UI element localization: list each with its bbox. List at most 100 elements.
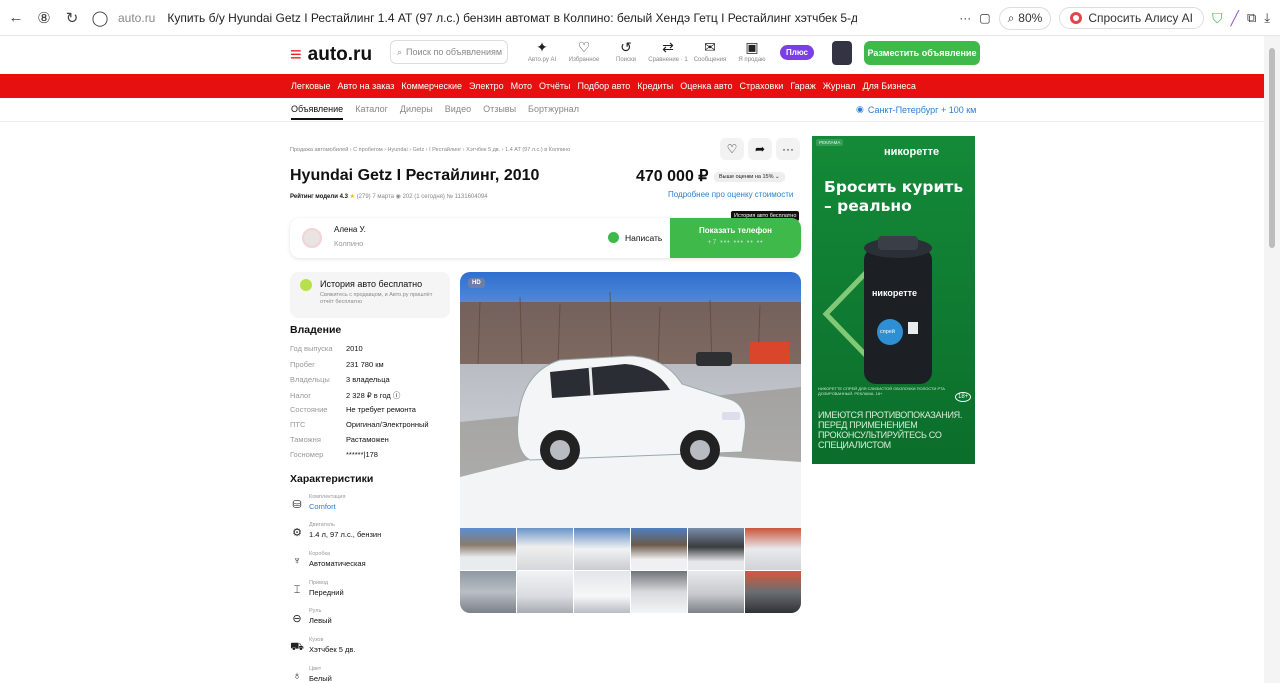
page-title-tab[interactable]: Купить б/у Hyundai Getz I Рестайлинг 1.4…	[167, 11, 857, 25]
bookmark-icon[interactable]: ▢	[979, 11, 990, 25]
menu-item[interactable]: Электро	[469, 81, 504, 91]
search-input[interactable]: ⌕ Поиск по объявлениям	[390, 40, 508, 64]
user-avatar[interactable]	[832, 41, 852, 65]
main-photo[interactable]: HD	[460, 272, 801, 528]
seller-card: Алена У. Колпино Написать Показать телеф…	[290, 218, 801, 258]
url-domain[interactable]: auto.ru	[118, 11, 155, 25]
advertisement[interactable]: РЕКЛАМА никоретте Бросить курить – реаль…	[812, 136, 975, 464]
share-button[interactable]: ➦	[748, 138, 772, 160]
tab-reviews[interactable]: Отзывы	[483, 104, 516, 120]
reload-icon[interactable]: ↻	[60, 6, 84, 30]
logo[interactable]: ≡ auto.ru	[290, 44, 372, 66]
menu-item[interactable]: Оценка авто	[680, 81, 732, 91]
photo-thumbnail[interactable]	[460, 571, 516, 613]
download-icon[interactable]: ⤓	[1264, 10, 1270, 26]
tab-video[interactable]: Видео	[445, 104, 471, 120]
photo-thumbnail[interactable]	[631, 528, 687, 570]
zoom-icon: ⌕	[1007, 10, 1015, 25]
menu-item[interactable]: Подбор авто	[577, 81, 630, 91]
tab-dealers[interactable]: Дилеры	[400, 104, 433, 120]
spec-row: Владельцы 3 владельца	[290, 375, 390, 384]
menu-item[interactable]: Авто на заказ	[338, 81, 395, 91]
scrollbar-thumb[interactable]	[1269, 48, 1275, 248]
more-icon[interactable]: ···	[959, 11, 971, 25]
logo-text[interactable]: auto.ru	[308, 44, 372, 66]
photo-thumbnail[interactable]	[688, 571, 744, 613]
photo-thumbnail[interactable]	[631, 571, 687, 613]
sell-nav-button[interactable]: ▣ Я продаю	[730, 39, 774, 63]
menu-item[interactable]: Кредиты	[637, 81, 673, 91]
ai-nav-button[interactable]: ✦ Авто.ру AI	[520, 39, 564, 63]
menu-item[interactable]: Отчёты	[539, 81, 570, 91]
photo-thumbnail[interactable]	[517, 528, 573, 570]
favorites-nav-button[interactable]: ♡ Избранное	[562, 39, 606, 63]
photo-thumbnail[interactable]	[745, 528, 801, 570]
breadcrumb[interactable]: Продажа автомобилей › С пробегом › Hyund…	[290, 147, 570, 153]
location-selector[interactable]: ◉ Санкт-Петербург + 100 км	[856, 104, 976, 115]
spec-row: Таможня Растаможен	[290, 435, 389, 444]
alice-button[interactable]: Спросить Алису AI	[1059, 7, 1205, 29]
history-promo[interactable]: История авто бесплатно Свяжитесь с прода…	[290, 272, 450, 318]
site-header: ≡ auto.ru ⌕ Поиск по объявлениям ✦ Авто.р…	[0, 36, 1264, 74]
spec-row: ПТС Оригинал/Электронный	[290, 420, 429, 429]
listing-title: Hyundai Getz I Рестайлинг, 2010	[290, 167, 540, 184]
zoom-value: 80%	[1018, 11, 1043, 25]
zoom-indicator[interactable]: ⌕ 80%	[998, 6, 1052, 30]
search-icon: ⌕	[397, 46, 403, 57]
spec-row: Год выпуска 2010	[290, 344, 363, 353]
photo-thumbnail[interactable]	[745, 571, 801, 613]
menu-item[interactable]: Гараж	[790, 81, 815, 91]
tab-catalog[interactable]: Каталог	[355, 104, 388, 120]
location-pin-icon: ◉	[856, 104, 864, 114]
menu-item[interactable]: Коммерческие	[401, 81, 462, 91]
tabs-icon[interactable]: ⧉	[1247, 10, 1256, 26]
listing-meta-text: (279) 7 марта ◉ 202 (1 сегодня) № 113160…	[356, 194, 488, 200]
price-estimate-link[interactable]: Подробнее про оценку стоимости	[668, 190, 793, 199]
menu-item[interactable]: Страховки	[740, 81, 784, 91]
favorite-button[interactable]: ♡	[720, 138, 744, 160]
browser-toolbar: ← ⑧ ↻ ◯ auto.ru Купить б/у Hyundai Getz …	[0, 0, 1280, 36]
drive-icon: ⌶	[293, 584, 301, 596]
show-phone-button[interactable]: Показать телефон +7 ••• ••• •• ••	[670, 218, 801, 258]
write-message-button[interactable]: Написать	[608, 232, 662, 243]
page-scrollbar[interactable]	[1264, 36, 1280, 683]
price-estimate-badge[interactable]: Выше оценки на 15% ⌄	[714, 172, 785, 182]
listing-meta: Рейтинг модели 4.3 ★ (279) 7 марта ◉ 202…	[290, 193, 488, 200]
photo-thumbnail[interactable]	[517, 571, 573, 613]
chat-icon	[608, 232, 619, 243]
photo-thumbnail[interactable]	[574, 571, 630, 613]
photo-thumbnail[interactable]	[688, 528, 744, 570]
photo-thumbnail[interactable]	[460, 528, 516, 570]
avatar	[302, 228, 322, 248]
seller-name[interactable]: Алена У.	[334, 225, 366, 234]
yandex-icon[interactable]: ⑧	[32, 6, 56, 30]
pen-icon[interactable]: ╱	[1231, 10, 1239, 27]
back-icon[interactable]: ←	[4, 6, 28, 30]
post-ad-button[interactable]: Разместить объявление	[864, 41, 980, 65]
sparkle-icon: ✦	[536, 39, 548, 55]
menu-item[interactable]: Для Бизнеса	[863, 81, 916, 91]
security-shield-icon[interactable]: ◯	[88, 6, 112, 30]
spec-row: Госномер ******|178	[290, 450, 378, 459]
ad-can-label: спрей	[880, 329, 895, 335]
share-icon: ➦	[754, 142, 766, 156]
plus-badge[interactable]: Плюс	[780, 45, 815, 60]
photo-thumbnail[interactable]	[574, 528, 630, 570]
menu-item[interactable]: Журнал	[823, 81, 856, 91]
menu-item[interactable]: Мото	[511, 81, 532, 91]
tab-logbook[interactable]: Бортжурнал	[528, 104, 579, 120]
seller-city: Колпино	[334, 239, 364, 248]
saved-search-icon: ↺	[620, 39, 632, 55]
more-icon: ···	[782, 142, 794, 156]
more-button[interactable]: ···	[776, 138, 800, 160]
messages-nav-button[interactable]: ✉ Сообщения	[688, 39, 732, 63]
menu-item[interactable]: Легковые	[291, 81, 331, 91]
color-icon: ♁	[292, 670, 302, 682]
tab-listing[interactable]: Объявление	[291, 104, 344, 120]
browser-toolbar-right: ··· ▢ ⌕ 80% Спросить Алису AI ⛉ ╱ ⧉ ⤓	[959, 0, 1280, 36]
protect-icon[interactable]: ⛉	[1212, 10, 1223, 27]
menu-burger-icon[interactable]: ≡	[290, 45, 302, 65]
ad-fine-print: НИКОРЕТТЕ СПРЕЙ ДЛЯ СЛИЗИСТОЙ ОБОЛОЧКИ П…	[818, 386, 945, 396]
searches-nav-button[interactable]: ↺ Поиски	[604, 39, 648, 63]
compare-nav-button[interactable]: ⇄ Сравнение · 1	[646, 39, 690, 63]
